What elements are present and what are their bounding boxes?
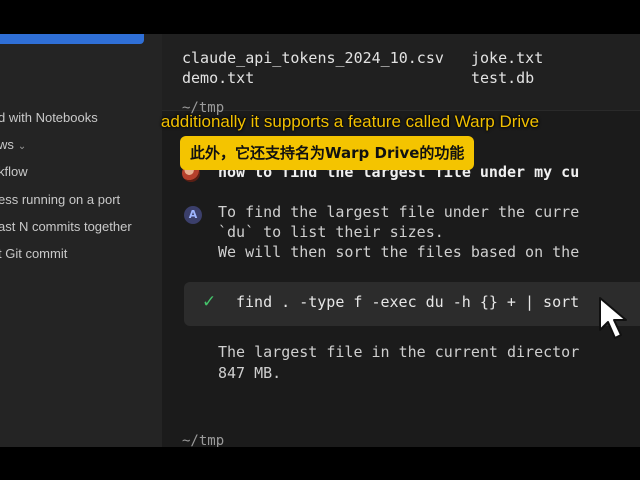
- sidebar-item[interactable]: t Git commit: [0, 246, 67, 261]
- ls-output-row: demo.txt test.db: [182, 69, 535, 87]
- ls-output-row: claude_api_tokens_2024_10.csv joke.txt: [182, 49, 544, 67]
- sidebar-item[interactable]: kflow: [0, 164, 28, 179]
- sidebar-item-label: t Git commit: [0, 246, 68, 261]
- subtitle-chinese: 此外，它还支持名为Warp Drive的功能: [180, 136, 475, 170]
- sidebar-item[interactable]: ws ⌄: [0, 137, 26, 152]
- ai-response-line: `du` to list their sizes.: [218, 223, 444, 241]
- chevron-down-icon: ⌄: [17, 141, 27, 152]
- previous-output-block: claude_api_tokens_2024_10.csv joke.txt d…: [162, 34, 640, 111]
- sidebar-item-label: ast N commits together: [0, 219, 132, 234]
- sidebar-item[interactable]: ast N commits together: [0, 219, 132, 234]
- result-line: The largest file in the current director: [218, 343, 580, 361]
- letterbox-bottom: [0, 447, 640, 480]
- result-line: 847 MB.: [218, 364, 282, 382]
- check-icon: ✓: [202, 292, 217, 312]
- sidebar-item-label: kflow: [0, 164, 28, 179]
- sidebar-item-label: ws: [0, 137, 14, 152]
- mouse-cursor-icon: [599, 297, 627, 339]
- subtitle-english: additionally it supports a feature calle…: [160, 112, 540, 131]
- current-cwd: ~/tmp: [182, 433, 225, 447]
- command-text[interactable]: find . -type f -exec du -h {} + | sort: [236, 293, 579, 311]
- sidebar-item-label: ess running on a port: [0, 192, 121, 207]
- suggested-command-block[interactable]: ✓ find . -type f -exec du -h {} + | sort: [184, 282, 640, 326]
- warp-drive-sidebar: d with Notebooks ws ⌄ kflow ess running on a…: [0, 34, 163, 447]
- ai-response-line: To find the largest file under the curre: [218, 203, 580, 221]
- letterbox-top: [0, 0, 640, 34]
- screen-recording: d with Notebooks ws ⌄ kflow ess running on a…: [0, 34, 640, 447]
- ai-assistant-icon: A: [184, 206, 202, 224]
- sidebar-item[interactable]: ess running on a port: [0, 192, 120, 207]
- ai-response-line: We will then sort the files based on the: [218, 243, 580, 261]
- sidebar-selected-item[interactable]: [0, 34, 144, 44]
- terminal-pane[interactable]: claude_api_tokens_2024_10.csv joke.txt d…: [162, 34, 640, 447]
